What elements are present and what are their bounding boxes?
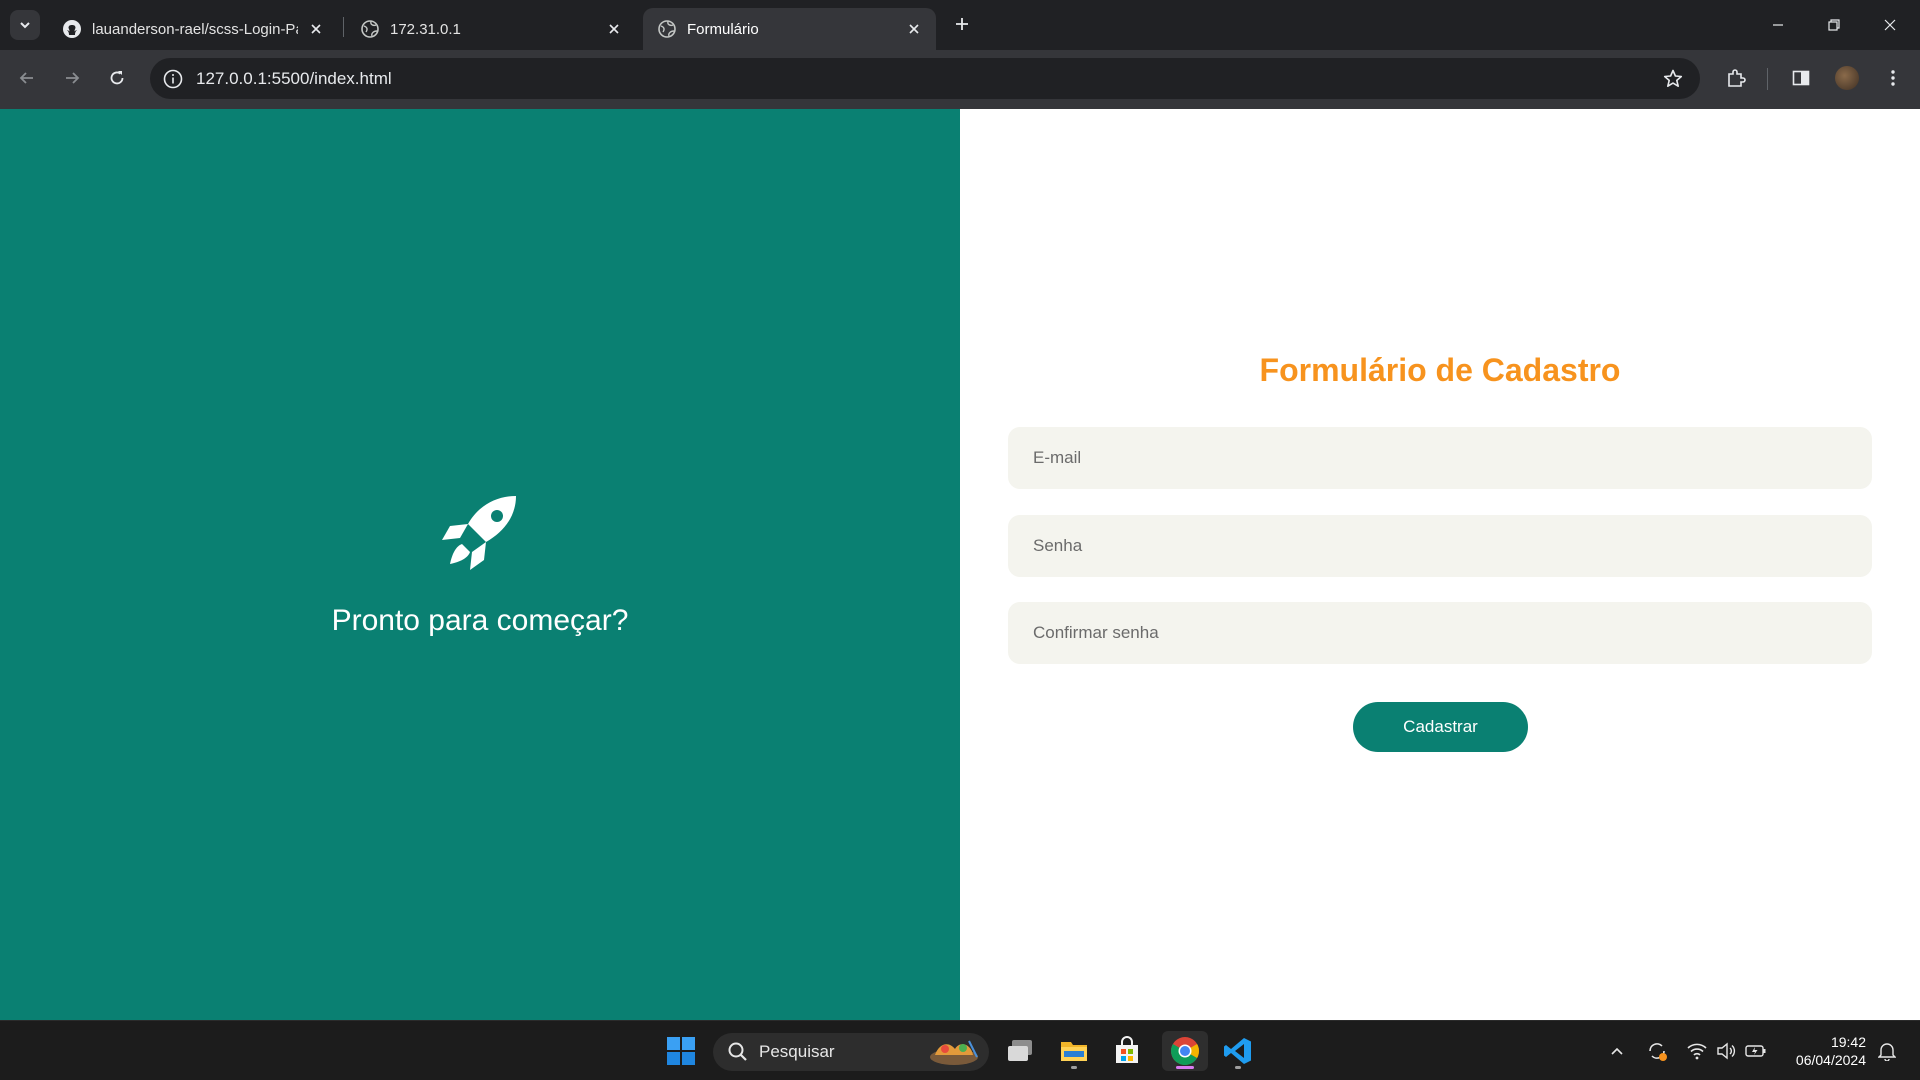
wifi-button[interactable] [1685, 1039, 1709, 1063]
microsoft-store-button[interactable] [1107, 1031, 1147, 1071]
speaker-icon [1717, 1042, 1736, 1060]
tab-title: Formulário [687, 20, 759, 38]
close-icon[interactable] [904, 19, 924, 39]
wifi-icon [1687, 1043, 1707, 1060]
welcome-heading: Pronto para começar? [331, 604, 629, 637]
signup-panel: Formulário de Cadastro Cadastrar [960, 109, 1920, 1020]
globe-icon [360, 19, 380, 39]
search-label: Pesquisar [759, 1042, 835, 1061]
system-clock[interactable]: 19:42 06/04/2024 [1782, 1033, 1866, 1069]
browser-tabstrip: lauanderson-rael/scss-Login-Pa 172.31.0.… [0, 0, 1920, 50]
globe-icon [657, 19, 677, 39]
welcome-panel: Pronto para começar? [0, 109, 960, 1020]
arrow-left-icon [19, 72, 33, 84]
file-explorer-icon [1061, 1042, 1087, 1061]
tab-title: 172.31.0.1 [390, 20, 461, 38]
toolbar-divider [1767, 68, 1768, 90]
extensions-button[interactable] [1722, 64, 1750, 92]
microsoft-store-icon [1116, 1036, 1138, 1063]
browser-toolbar: 127.0.0.1:5500/index.html [0, 50, 1920, 109]
password-field[interactable] [1008, 515, 1872, 577]
minimize-icon [1773, 24, 1783, 26]
tab-search-button[interactable] [10, 10, 40, 40]
reload-button[interactable] [101, 62, 133, 94]
close-icon[interactable] [306, 19, 326, 39]
tab-separator [343, 17, 344, 37]
register-button[interactable]: Cadastrar [1353, 702, 1528, 752]
puzzle-icon [1728, 69, 1746, 87]
chevron-up-icon [1611, 1047, 1623, 1055]
close-icon[interactable] [604, 19, 624, 39]
page-viewport: Pronto para começar? Formulário de Cadas… [0, 109, 1920, 1020]
plus-icon [956, 18, 968, 30]
taskbar-search[interactable]: Pesquisar [713, 1033, 989, 1071]
vscode-icon [1224, 1038, 1251, 1064]
side-panel-icon [1792, 70, 1810, 86]
profile-avatar[interactable] [1835, 66, 1859, 90]
sync-status-button[interactable] [1645, 1039, 1669, 1063]
notifications-button[interactable] [1875, 1039, 1899, 1063]
new-tab-button[interactable] [950, 12, 974, 36]
running-indicator [1071, 1066, 1077, 1069]
side-panel-button[interactable] [1787, 64, 1815, 92]
minimize-button[interactable] [1750, 0, 1806, 50]
url-text[interactable]: 127.0.0.1:5500/index.html [196, 69, 392, 89]
github-icon [62, 19, 82, 39]
bookmark-star-icon[interactable] [1662, 68, 1684, 90]
browser-menu-button[interactable] [1879, 64, 1907, 92]
arrow-right-icon [66, 72, 80, 84]
search-icon [728, 1042, 747, 1061]
windows-start-icon [667, 1037, 695, 1065]
tab-title: lauanderson-rael/scss-Login-Pa [92, 20, 298, 38]
task-view-button[interactable] [1000, 1031, 1040, 1071]
sync-icon [1649, 1043, 1667, 1061]
running-indicator [1235, 1066, 1241, 1069]
battery-button[interactable] [1744, 1039, 1768, 1063]
back-button[interactable] [11, 62, 43, 94]
bell-icon [1878, 1043, 1896, 1061]
clock-time: 19:42 [1830, 1034, 1866, 1050]
tab-formulario[interactable]: Formulário [643, 8, 936, 50]
email-field[interactable] [1008, 427, 1872, 489]
chrome-icon [1171, 1037, 1199, 1065]
taskbar: Pesquisar 19:42 06/04/2024 [0, 1020, 1920, 1080]
tab-ip[interactable]: 172.31.0.1 [346, 8, 636, 50]
confirm-password-field[interactable] [1008, 602, 1872, 664]
start-button[interactable] [661, 1031, 701, 1071]
restore-icon [1828, 19, 1840, 31]
show-hidden-icons-button[interactable] [1605, 1039, 1629, 1063]
address-bar[interactable]: 127.0.0.1:5500/index.html [150, 58, 1700, 99]
rocket-icon [442, 496, 516, 570]
chevron-down-icon [20, 22, 30, 29]
volume-button[interactable] [1714, 1039, 1738, 1063]
vscode-button[interactable] [1218, 1031, 1258, 1071]
active-indicator [1176, 1066, 1194, 1069]
tab-github[interactable]: lauanderson-rael/scss-Login-Pa [48, 8, 338, 50]
site-info-icon[interactable] [162, 68, 184, 90]
chrome-button[interactable] [1162, 1031, 1208, 1071]
form-title: Formulário de Cadastro [1259, 352, 1621, 388]
close-window-button[interactable] [1862, 0, 1918, 50]
restore-button[interactable] [1806, 0, 1862, 50]
clock-date: 06/04/2024 [1795, 1052, 1866, 1068]
search-highlight-illustration [930, 1040, 978, 1065]
task-view-icon [1008, 1040, 1032, 1061]
battery-charging-icon [1745, 1045, 1766, 1057]
reload-icon [110, 71, 124, 85]
file-explorer-button[interactable] [1054, 1031, 1094, 1071]
close-icon [1884, 19, 1896, 31]
more-vertical-icon [1891, 70, 1895, 86]
forward-button[interactable] [56, 62, 88, 94]
